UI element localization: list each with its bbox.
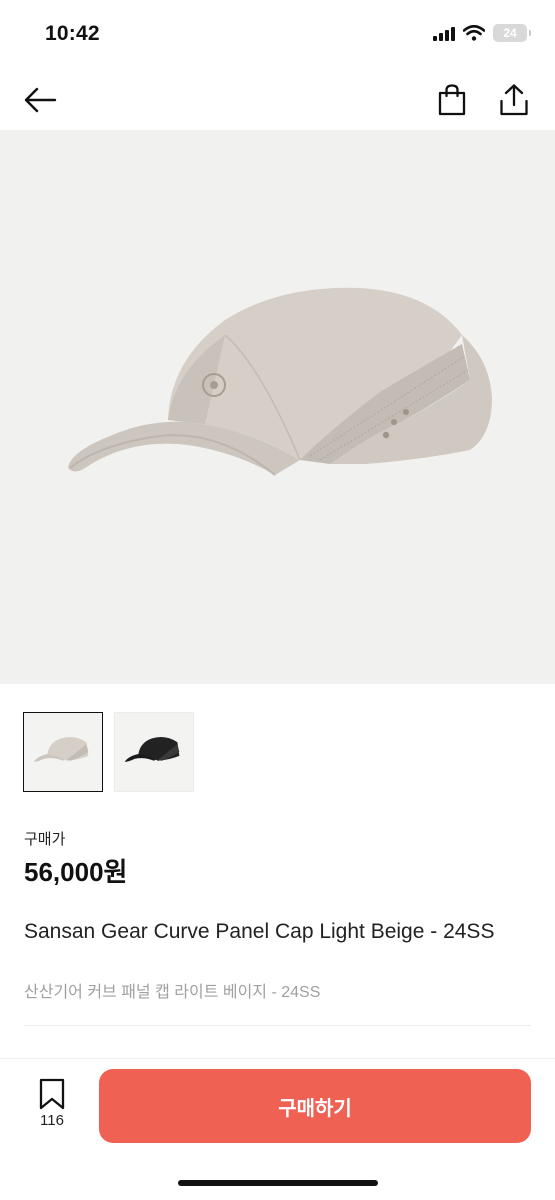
- product-title-ko: 산산기어 커브 패널 캡 라이트 베이지 - 24SS: [24, 984, 321, 1001]
- home-indicator: [178, 1180, 378, 1186]
- cap-illustration: [68, 287, 492, 476]
- wishlist-button[interactable]: 116: [30, 1078, 74, 1134]
- thumbnail-strip: [23, 712, 194, 792]
- cap-thumbnail-black: [124, 737, 180, 762]
- status-time: 10:42: [45, 22, 100, 45]
- thumbnail-beige[interactable]: [23, 712, 103, 792]
- thumbnail-black[interactable]: [114, 712, 194, 792]
- bottom-bar-border: [0, 1058, 555, 1059]
- status-bar: 10:42 24: [0, 0, 555, 70]
- price: 56,000원: [24, 857, 128, 887]
- cap-thumbnail-beige: [33, 737, 89, 762]
- product-title-en: Sansan Gear Curve Panel Cap Light Beige …: [24, 920, 495, 943]
- battery-level: 24: [503, 26, 517, 40]
- wifi-icon: [463, 25, 485, 41]
- share-button[interactable]: [494, 80, 534, 120]
- shopping-bag-button[interactable]: [432, 80, 472, 120]
- wishlist-count: 116: [40, 1112, 64, 1129]
- battery-icon: 24: [493, 24, 531, 42]
- bookmark-icon: [39, 1078, 65, 1110]
- price-label: 구매가: [24, 831, 66, 848]
- back-button[interactable]: [20, 80, 60, 120]
- divider: [24, 1025, 531, 1026]
- share-icon: [500, 84, 528, 116]
- status-icons: 24: [433, 24, 531, 42]
- signal-icon: [433, 25, 455, 41]
- arrow-left-icon: [24, 87, 57, 113]
- shopping-bag-icon: [438, 84, 466, 116]
- buy-button[interactable]: 구매하기: [99, 1069, 531, 1143]
- product-image[interactable]: [0, 130, 555, 684]
- top-nav: [0, 70, 555, 130]
